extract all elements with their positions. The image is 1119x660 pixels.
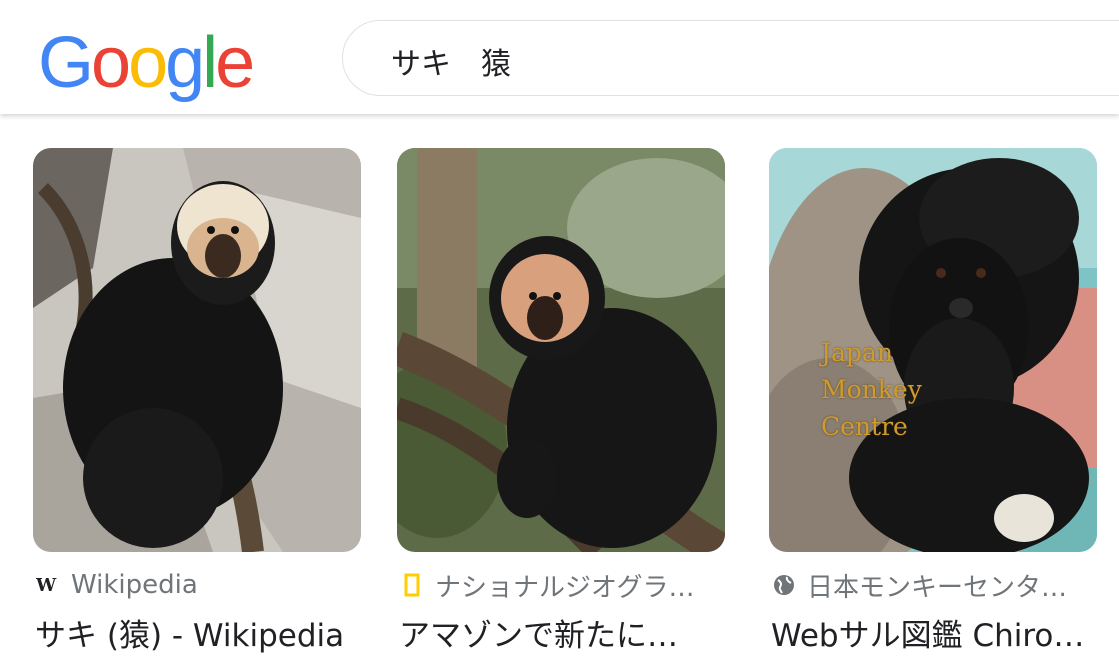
watermark-line: Japan: [821, 338, 893, 367]
svg-text:W: W: [36, 576, 57, 594]
image-result-card[interactable]: Japan Monkey Centre 日本モンキーセンタ… Webサル図鑑 C…: [769, 148, 1097, 654]
globe-icon: [771, 574, 797, 596]
wikipedia-icon: W: [35, 576, 61, 594]
top-bar: Google サキ 猿: [0, 0, 1119, 114]
logo-letter: o: [128, 23, 168, 103]
result-source-label: 日本モンキーセンタ…: [807, 572, 1068, 603]
watermark-text: Japan Monkey Centre: [821, 334, 922, 445]
result-title[interactable]: アマゾンで新たに…: [399, 610, 725, 655]
result-thumbnail[interactable]: Japan Monkey Centre: [769, 148, 1097, 552]
google-logo[interactable]: Google: [38, 18, 255, 108]
result-title[interactable]: サキ (猿) - Wikipedia: [35, 610, 361, 655]
search-input[interactable]: サキ 猿: [391, 39, 511, 83]
logo-letter: o: [91, 23, 131, 103]
result-source-label: Wikipedia: [71, 570, 198, 600]
watermark-line: Monkey: [821, 375, 922, 404]
natgeo-icon: [399, 573, 425, 597]
result-source[interactable]: 日本モンキーセンタ…: [771, 566, 1091, 604]
logo-letter: l: [202, 23, 218, 103]
result-source[interactable]: ナショナルジオグラ…: [399, 566, 719, 604]
logo-letter: e: [215, 23, 255, 103]
result-thumbnail[interactable]: [397, 148, 725, 552]
result-title[interactable]: Webサル図鑑 Chiro…: [771, 610, 1097, 655]
watermark-line: Centre: [821, 412, 908, 441]
search-box[interactable]: サキ 猿: [342, 20, 1119, 96]
result-source-label: ナショナルジオグラ…: [435, 572, 695, 603]
logo-letter: g: [165, 23, 205, 103]
result-thumbnail[interactable]: [33, 148, 361, 552]
result-source[interactable]: W Wikipedia: [35, 566, 355, 604]
image-result-card[interactable]: ナショナルジオグラ… アマゾンで新たに…: [397, 148, 725, 654]
image-result-card[interactable]: W Wikipedia サキ (猿) - Wikipedia: [33, 148, 361, 654]
logo-letter: G: [38, 23, 94, 103]
